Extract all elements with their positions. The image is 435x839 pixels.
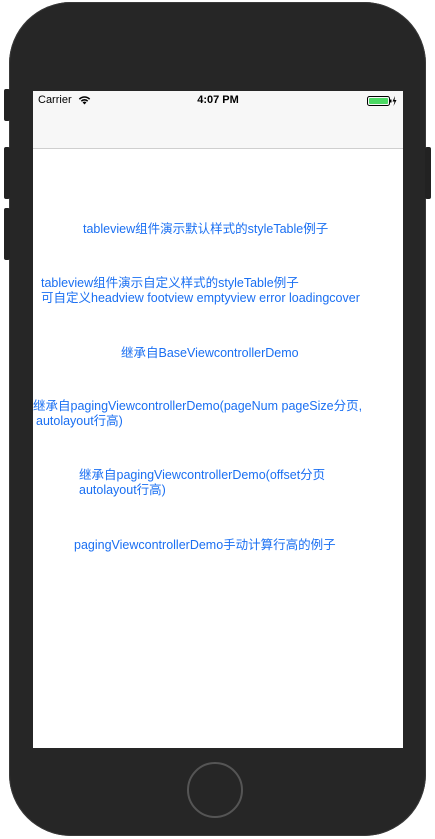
link-label-line2: autolayout行高) — [36, 414, 123, 428]
link-label-line2: autolayout行高) — [79, 483, 166, 497]
battery-charging-icon — [367, 96, 397, 106]
link-label: tableview组件演示默认样式的styleTable例子 — [83, 222, 329, 236]
link-default-style-table[interactable]: tableview组件演示默认样式的styleTable例子 — [83, 222, 328, 237]
link-custom-style-table[interactable]: tableview组件演示自定义样式的styleTable例子 可自定义head… — [41, 276, 360, 306]
power-button — [425, 147, 431, 199]
content-area: tableview组件演示默认样式的styleTable例子 tableview… — [33, 149, 403, 748]
volume-up-button — [4, 147, 10, 199]
link-paging-offset-demo[interactable]: 继承自pagingViewcontrollerDemo(offset分页 aut… — [79, 468, 325, 498]
link-label: pagingViewcontrollerDemo手动计算行高的例子 — [74, 538, 336, 552]
link-label: 继承自BaseViewcontrollerDemo — [121, 346, 299, 360]
link-label-line2: 可自定义headview footview emptyview error lo… — [41, 291, 360, 305]
status-bar: Carrier 4:07 PM — [33, 91, 403, 111]
status-time: 4:07 PM — [197, 94, 239, 106]
home-button[interactable] — [187, 762, 243, 818]
screen: Carrier 4:07 PM tableview组件演示默认样式的styleT… — [33, 91, 403, 748]
link-manual-row-height-demo[interactable]: pagingViewcontrollerDemo手动计算行高的例子 — [74, 538, 336, 553]
navigation-bar — [33, 111, 403, 149]
link-paging-pagenum-demo[interactable]: 继承自pagingViewcontrollerDemo(pageNum page… — [33, 399, 362, 429]
mute-switch — [4, 89, 10, 121]
link-label: tableview组件演示自定义样式的styleTable例子 — [41, 276, 299, 290]
link-label: 继承自pagingViewcontrollerDemo(pageNum page… — [33, 399, 363, 413]
volume-down-button — [4, 208, 10, 260]
link-base-viewcontroller-demo[interactable]: 继承自BaseViewcontrollerDemo — [121, 346, 299, 361]
link-label: 继承自pagingViewcontrollerDemo(offset分页 — [79, 468, 326, 482]
